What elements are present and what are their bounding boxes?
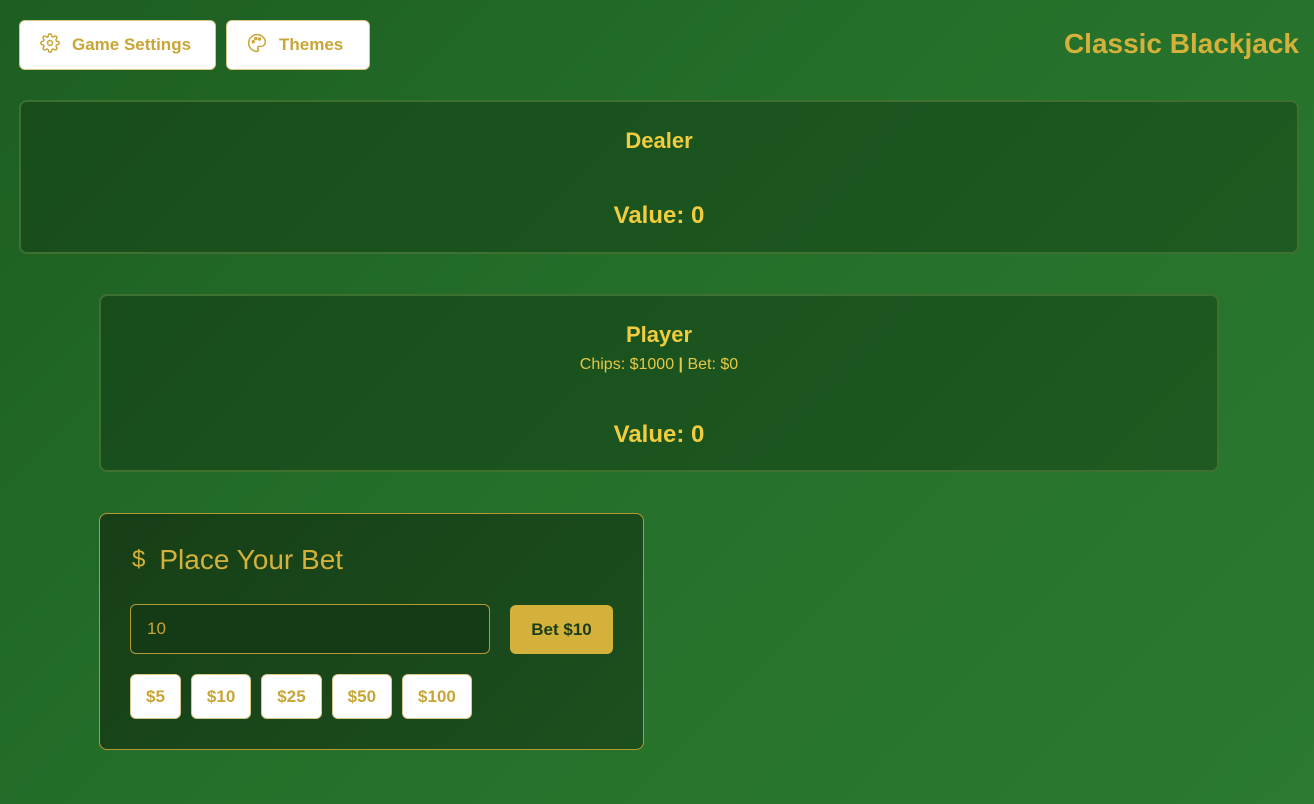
player-bet: Bet: $0 [687,356,739,373]
chip-50-button[interactable]: $50 [331,674,393,719]
gear-icon [40,32,60,58]
bet-heading: $ Place Your Bet [132,544,343,576]
place-bet-button[interactable]: Bet $10 [510,605,613,654]
player-info: Chips: $1000 | Bet: $0 [101,356,1217,374]
player-title: Player [625,322,693,347]
game-settings-button[interactable]: Game Settings [19,20,216,70]
dealer-hand-value: Value: 0 [613,202,705,229]
player-info-separator: | [678,356,684,373]
dealer-title: Dealer [625,128,693,153]
bet-amount-input[interactable] [130,604,490,654]
game-settings-label: Game Settings [72,35,192,54]
themes-label: Themes [279,35,344,54]
dealer-area: Dealer Value: 0 [19,100,1299,254]
bet-panel: $ Place Your Bet Bet $10 $5 $10 $25 $50 … [99,513,644,750]
chip-100-button[interactable]: $100 [402,674,472,719]
themes-button[interactable]: Themes [226,20,370,70]
chip-25-button[interactable]: $25 [261,674,322,719]
palette-icon [247,33,267,58]
chip-5-button[interactable]: $5 [130,674,181,719]
dollar-icon: $ [132,546,146,573]
bet-heading-text: Place Your Bet [159,544,344,575]
chip-10-button[interactable]: $10 [190,674,252,719]
player-area: Player Chips: $1000 | Bet: $0 Value: 0 [99,294,1219,472]
chip-buttons: $5 $10 $25 $50 $100 [130,674,472,719]
player-chips: Chips: $1000 [579,356,675,373]
app-title: Classic Blackjack [1063,28,1299,59]
player-hand-value: Value: 0 [613,421,705,448]
